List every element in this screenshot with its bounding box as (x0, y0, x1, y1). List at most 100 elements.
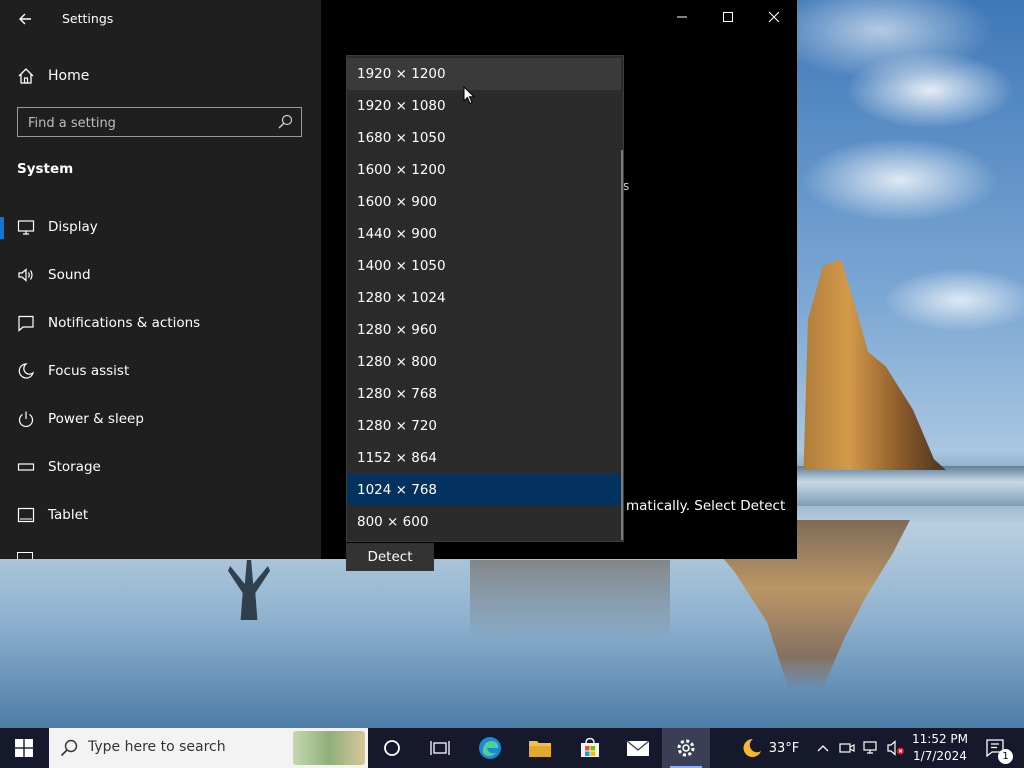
taskbar-app-mail[interactable] (614, 728, 662, 768)
volume-muted-icon (887, 740, 904, 756)
network-icon (863, 741, 877, 754)
wallpaper-figure-reflection (228, 560, 270, 620)
sidebar-item-focus-assist[interactable]: Focus assist (0, 350, 321, 394)
sidebar-item-label: Display (48, 219, 98, 235)
tablet-icon (17, 507, 35, 523)
home-icon (18, 68, 34, 84)
maximize-button[interactable] (705, 0, 751, 38)
sidebar-item-display[interactable]: Display (0, 206, 321, 250)
detect-button[interactable]: Detect (346, 543, 434, 571)
close-button[interactable] (751, 0, 797, 38)
resolution-option[interactable]: 1680 × 1050 (347, 122, 621, 154)
resolution-option[interactable]: 1280 × 960 (347, 314, 621, 346)
action-center-button[interactable]: 1 (976, 728, 1016, 768)
clock-date: 1/7/2024 (913, 749, 967, 763)
cortana-button[interactable] (370, 728, 414, 768)
sidebar-item-label: Storage (48, 459, 101, 475)
weather-widget[interactable]: 33°F (735, 728, 805, 768)
search-icon (278, 114, 293, 129)
title-bar: Settings (0, 0, 321, 38)
edge-icon (479, 737, 501, 759)
dropdown-scrollbar[interactable] (621, 150, 623, 540)
active-indicator (0, 217, 4, 239)
resolution-option[interactable]: 1440 × 900 (347, 218, 621, 250)
sidebar-item-label: Tablet (48, 507, 89, 523)
settings-search-box[interactable] (17, 107, 302, 138)
taskbar-search-box[interactable]: Type here to search (49, 728, 368, 768)
sidebar-item-sound[interactable]: Sound (0, 254, 321, 298)
file-explorer-icon (529, 741, 551, 757)
start-button[interactable] (0, 728, 48, 768)
settings-sidebar: Settings Home System Display (0, 0, 321, 559)
moon-icon (743, 738, 761, 757)
resolution-option[interactable]: 1400 × 1050 (347, 250, 621, 282)
store-icon (581, 737, 599, 757)
resolution-option[interactable]: 800 × 600 (347, 506, 621, 538)
settings-search-input[interactable] (18, 108, 280, 138)
taskbar-search-text: Type here to search (88, 739, 226, 755)
clock-time: 11:52 PM (912, 732, 968, 746)
sidebar-item-notifications[interactable]: Notifications & actions (0, 302, 321, 346)
minimize-icon (677, 16, 687, 18)
window-title: Settings (62, 11, 114, 26)
resolution-option[interactable]: 1600 × 1200 (347, 154, 621, 186)
resolution-option[interactable]: 1152 × 864 (347, 442, 621, 474)
search-highlight-illustration (293, 731, 365, 765)
show-hidden-icons-button[interactable] (813, 728, 833, 768)
resolution-option[interactable]: 1600 × 900 (347, 186, 621, 218)
sidebar-item-label: Notifications & actions (48, 315, 201, 331)
moon-icon (18, 363, 35, 379)
task-view-icon (430, 741, 450, 755)
sidebar-item-storage[interactable]: Storage (0, 446, 321, 490)
home-link[interactable]: Home (16, 64, 89, 88)
home-label: Home (48, 68, 90, 84)
monitor-icon (17, 220, 35, 235)
taskbar-app-edge[interactable] (466, 728, 514, 768)
notification-count-badge: 1 (998, 749, 1013, 764)
maximize-icon (723, 12, 733, 22)
sidebar-item-label: Sound (48, 267, 91, 283)
resolution-option[interactable]: 1280 × 800 (347, 346, 621, 378)
task-view-button[interactable] (418, 728, 462, 768)
meet-now-button[interactable] (836, 728, 858, 768)
settings-icon (677, 739, 695, 757)
wallpaper-cliff (803, 259, 946, 470)
sidebar-item-label: Focus assist (48, 363, 130, 379)
sidebar-item-tablet[interactable]: Tablet (0, 494, 321, 538)
section-title: System (17, 161, 74, 177)
resolution-option[interactable]: 1280 × 768 (347, 378, 621, 410)
chevron-up-icon (817, 745, 829, 752)
close-icon (768, 11, 780, 23)
detect-description-text: matically. Select Detect (626, 498, 786, 514)
meet-now-icon (839, 743, 855, 753)
sidebar-item-power-sleep[interactable]: Power & sleep (0, 398, 321, 442)
resolution-option[interactable]: 1280 × 720 (347, 410, 621, 442)
taskbar-app-settings[interactable] (662, 728, 710, 768)
resolution-option[interactable]: 1280 × 1024 (347, 282, 621, 314)
wallpaper-sea (796, 466, 1024, 506)
taskbar-app-file-explorer[interactable] (516, 728, 564, 768)
weather-temperature: 33°F (768, 740, 800, 756)
mail-icon (626, 740, 650, 756)
taskbar: Type here to search 33°F 11:52 PM 1/7/20… (0, 728, 1024, 768)
storage-icon (17, 463, 35, 471)
wallpaper-shore-reflection (470, 560, 670, 640)
power-icon (18, 411, 34, 428)
resolution-option-selected[interactable]: 1024 × 768 (347, 474, 621, 506)
resolution-option[interactable]: 1920 × 1200 (347, 58, 621, 90)
resolution-option[interactable]: 1920 × 1080 (347, 90, 621, 122)
sidebar-item-label: Power & sleep (48, 411, 144, 427)
taskbar-app-store[interactable] (566, 728, 614, 768)
mouse-cursor-icon (463, 86, 475, 105)
volume-button[interactable] (884, 728, 908, 768)
windows-logo-icon (15, 739, 33, 757)
back-arrow-icon (19, 13, 31, 25)
speaker-icon (18, 268, 33, 282)
minimize-button[interactable] (659, 0, 705, 38)
search-icon (60, 739, 78, 757)
sidebar-next-item-icon (17, 552, 33, 559)
network-button[interactable] (860, 728, 882, 768)
taskbar-clock[interactable]: 11:52 PM 1/7/2024 (912, 731, 968, 765)
resolution-dropdown-list: 1920 × 1200 1920 × 1080 1680 × 1050 1600… (346, 55, 624, 542)
back-button[interactable] (14, 8, 36, 30)
